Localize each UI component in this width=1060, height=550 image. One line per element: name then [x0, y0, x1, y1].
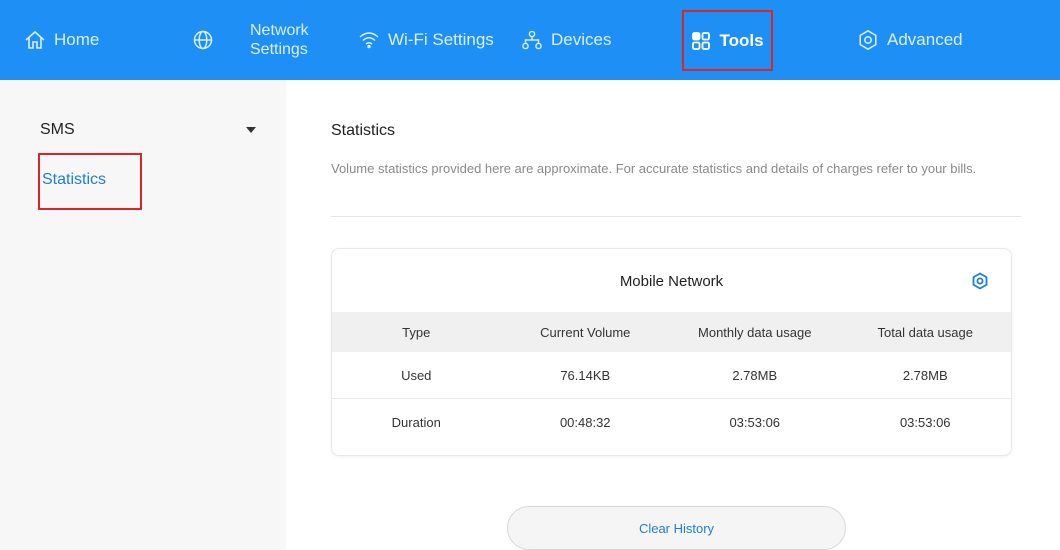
table-cell: 2.78MB: [732, 367, 778, 383]
column-header: Type: [402, 324, 431, 340]
table-cell: 03:53:06: [899, 415, 951, 430]
page-description: Volume statistics provided here are appr…: [331, 161, 977, 176]
home-icon: [24, 30, 46, 50]
nav-tools[interactable]: Tools: [682, 10, 773, 71]
divider: [331, 216, 1021, 217]
dropdown-caret-icon: [246, 127, 256, 133]
top-navbar: Home Network Settings Wi-Fi Settings Dev…: [0, 0, 1060, 80]
statistics-table: Type Current Volume Monthly data usage T…: [332, 312, 1011, 446]
globe-icon: [192, 29, 214, 51]
tools-icon: [691, 31, 711, 51]
nav-advanced[interactable]: Advanced: [857, 0, 963, 80]
nav-tools-label: Tools: [719, 30, 764, 50]
table-cell: 2.78MB: [902, 367, 948, 383]
table-cell: 76.14KB: [560, 367, 611, 383]
table-cell: 00:48:32: [559, 415, 611, 430]
settings-gear-icon[interactable]: [971, 272, 989, 295]
sidebar-group-sms[interactable]: SMS: [40, 120, 260, 140]
page-title: Statistics: [331, 122, 396, 139]
nav-devices-label: Devices: [551, 30, 612, 49]
nav-home-label: Home: [54, 30, 100, 49]
sidebar-group-label: SMS: [40, 121, 75, 138]
column-header: Current Volume: [540, 324, 631, 340]
table-row: Duration 00:48:32 03:53:06 03:53:06: [332, 399, 1011, 446]
nav-wifi-settings[interactable]: Wi-Fi Settings: [358, 0, 494, 80]
nav-devices[interactable]: Devices: [521, 0, 611, 80]
nav-network-settings-label: Network Settings: [250, 22, 309, 58]
nav-wifi-settings-label: Wi-Fi Settings: [388, 30, 494, 49]
sidebar-item-statistics[interactable]: Statistics: [38, 153, 142, 210]
wifi-icon: [358, 31, 380, 49]
table-header: Type Current Volume Monthly data usage T…: [332, 312, 1011, 352]
table-row: Used 76.14KB 2.78MB 2.78MB: [332, 352, 1011, 399]
advanced-gear-icon: [857, 29, 879, 51]
nav-network-settings[interactable]: Network Settings: [250, 0, 309, 80]
column-header: Total data usage: [877, 324, 973, 340]
nav-home[interactable]: Home: [24, 0, 99, 80]
mobile-network-card: Mobile Network Type Current Volume Month…: [331, 248, 1012, 456]
sidebar: SMS Statistics: [0, 80, 286, 550]
table-cell: Used: [401, 367, 432, 383]
table-cell: Duration: [391, 415, 441, 430]
nav-globe[interactable]: [192, 0, 214, 80]
sidebar-item-label: Statistics: [42, 171, 107, 188]
table-cell: 03:53:06: [729, 415, 781, 430]
clear-history-button[interactable]: Clear History: [507, 506, 846, 550]
devices-icon: [521, 30, 543, 50]
nav-advanced-label: Advanced: [887, 30, 963, 49]
column-header: Monthly data usage: [698, 324, 812, 340]
card-title: Mobile Network: [619, 273, 724, 290]
